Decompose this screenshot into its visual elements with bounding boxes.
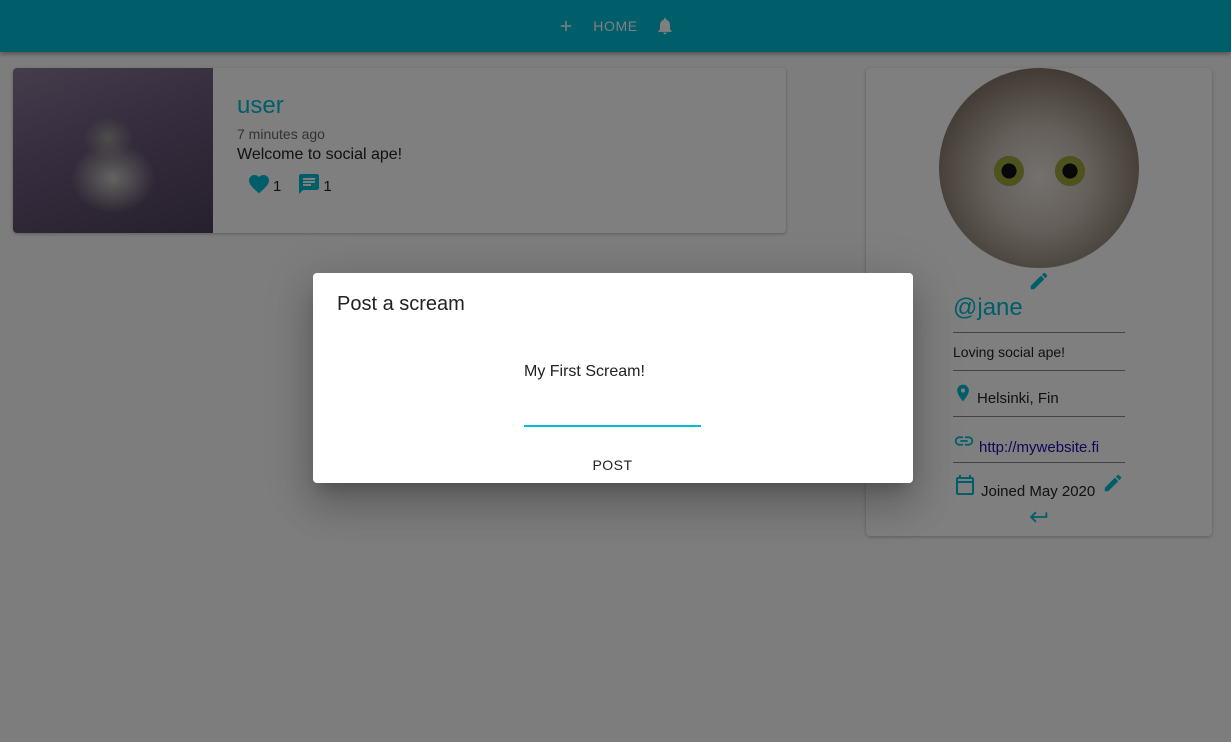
post-button[interactable]: POST xyxy=(583,453,642,477)
dialog-title: Post a scream xyxy=(337,293,465,315)
post-scream-dialog: Post a scream POST xyxy=(313,273,913,483)
scream-input[interactable] xyxy=(524,361,701,427)
